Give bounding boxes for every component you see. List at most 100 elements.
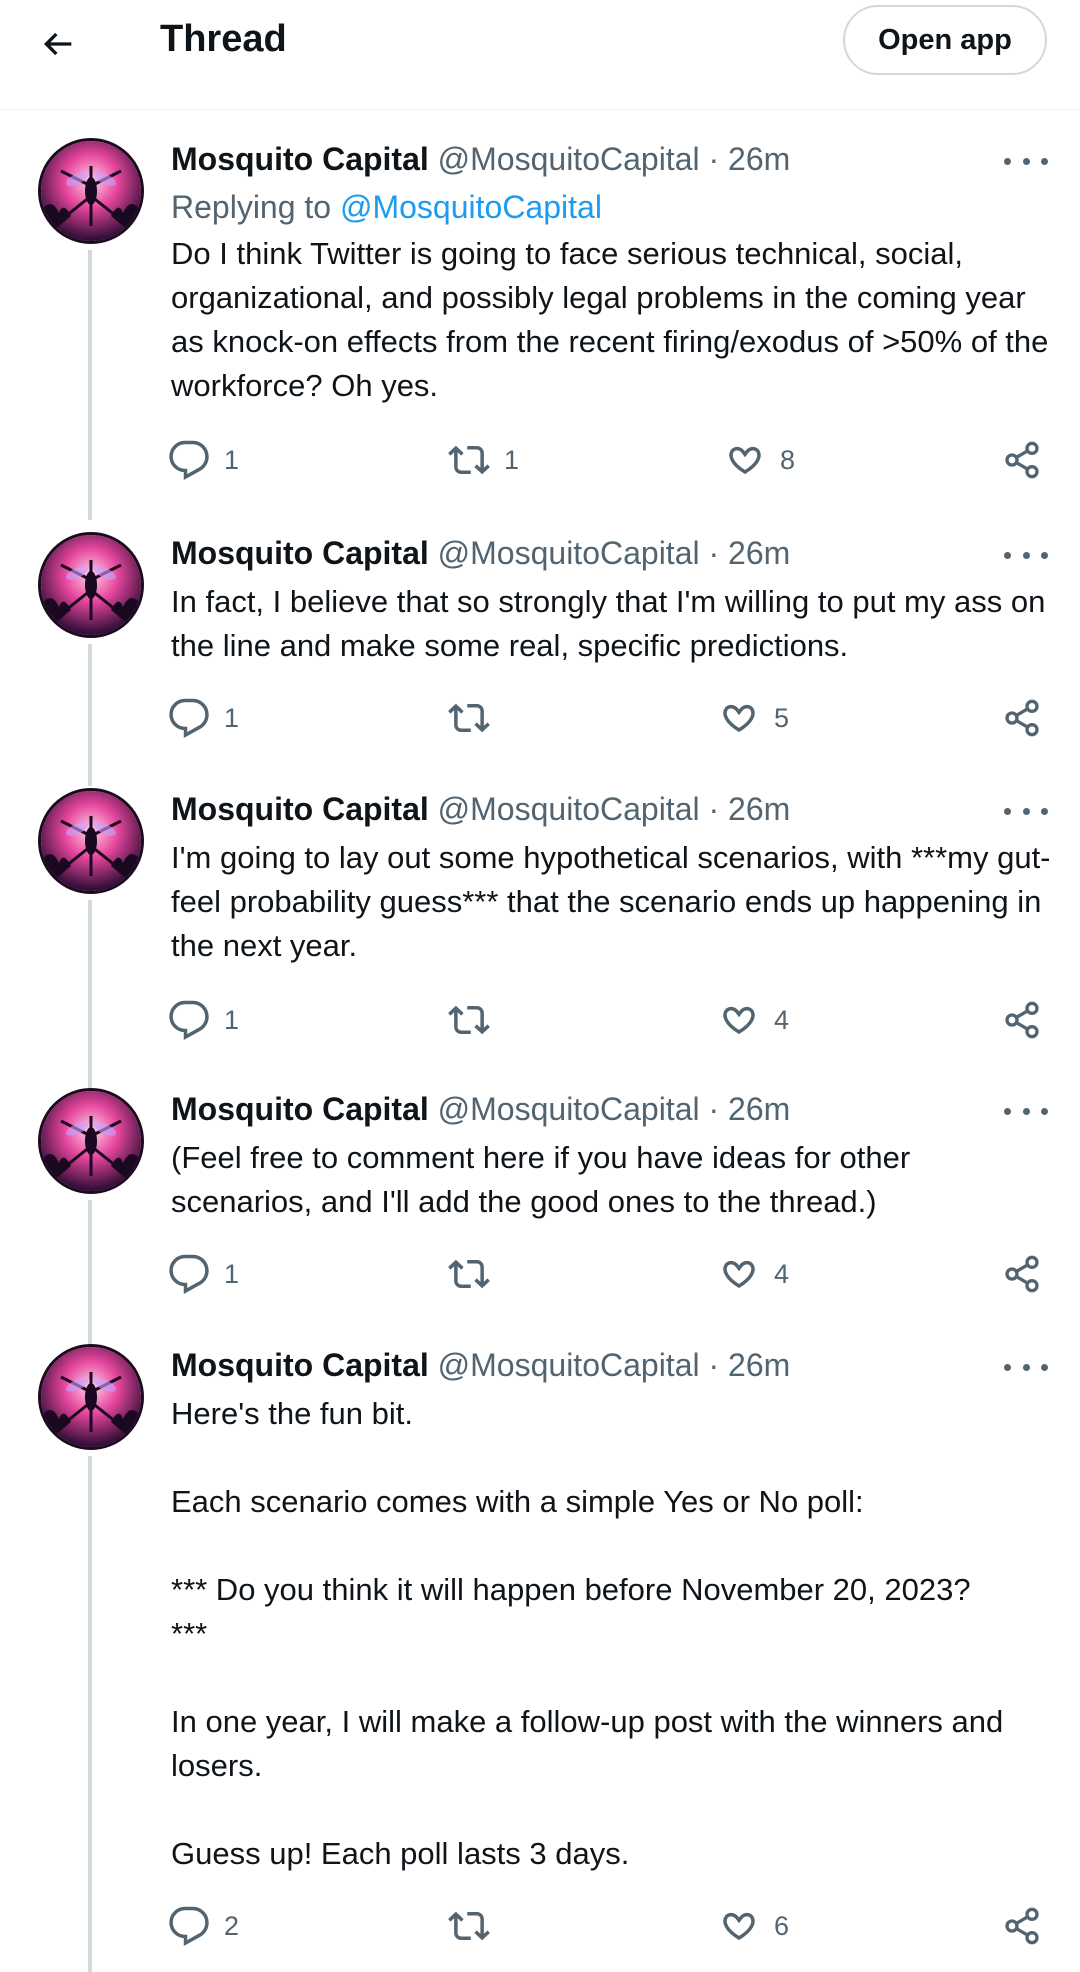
tweet[interactable]: Mosquito Capital @MosquitoCapital · 26m … bbox=[0, 138, 1080, 520]
open-app-button[interactable]: Open app bbox=[843, 5, 1047, 75]
tweet[interactable]: Mosquito Capital @MosquitoCapital · 26m … bbox=[0, 1344, 1080, 1972]
timestamp[interactable]: · 26m bbox=[708, 141, 790, 177]
reply-button[interactable]: 1 bbox=[168, 998, 239, 1042]
tweet-text: In fact, I believe that so strongly that… bbox=[171, 584, 1054, 663]
reply-button[interactable]: 1 bbox=[168, 696, 239, 740]
more-button[interactable] bbox=[1004, 1356, 1048, 1378]
author-name[interactable]: Mosquito Capital bbox=[171, 1091, 429, 1127]
retweet-icon bbox=[448, 1911, 490, 1941]
heart-icon bbox=[729, 446, 761, 475]
share-button[interactable] bbox=[1002, 438, 1042, 482]
retweet-button[interactable] bbox=[448, 696, 504, 740]
share-button[interactable] bbox=[1002, 696, 1042, 740]
like-button[interactable]: 4 bbox=[718, 998, 789, 1042]
share-button[interactable] bbox=[1002, 1904, 1042, 1948]
author-handle[interactable]: @MosquitoCapital bbox=[438, 1091, 700, 1127]
more-button[interactable] bbox=[1004, 800, 1048, 822]
tweet[interactable]: Mosquito Capital @MosquitoCapital · 26m … bbox=[0, 788, 1080, 1092]
thread-line bbox=[88, 1456, 92, 1972]
author-handle[interactable]: @MosquitoCapital bbox=[438, 791, 700, 827]
retweet-icon bbox=[448, 445, 490, 475]
like-count: 5 bbox=[774, 702, 790, 733]
avatar[interactable] bbox=[38, 788, 144, 894]
more-dots-icon bbox=[1004, 157, 1011, 165]
back-button[interactable] bbox=[30, 16, 86, 72]
reply-count: 1 bbox=[224, 1258, 240, 1289]
avatar[interactable] bbox=[38, 1344, 144, 1450]
author-handle[interactable]: @MosquitoCapital bbox=[438, 1347, 700, 1383]
like-count: 6 bbox=[774, 1910, 790, 1941]
retweet-count: 1 bbox=[504, 444, 520, 475]
retweet-button[interactable] bbox=[448, 1904, 504, 1948]
reply-count: 1 bbox=[224, 702, 240, 733]
retweet-button[interactable]: 1 bbox=[448, 438, 519, 482]
author-handle[interactable]: @MosquitoCapital bbox=[438, 141, 700, 177]
avatar[interactable] bbox=[38, 1088, 144, 1194]
retweet-icon bbox=[448, 1005, 490, 1035]
reply-count: 1 bbox=[224, 444, 240, 475]
more-button[interactable] bbox=[1004, 1100, 1048, 1122]
author-name[interactable]: Mosquito Capital bbox=[171, 1347, 429, 1383]
arrow-left-icon bbox=[43, 32, 72, 56]
replying-to: Replying to @MosquitoCapital bbox=[171, 186, 602, 228]
like-button[interactable]: 6 bbox=[718, 1904, 789, 1948]
more-button[interactable] bbox=[1004, 150, 1048, 172]
heart-icon bbox=[723, 1912, 755, 1941]
reply-count: 1 bbox=[224, 1004, 240, 1035]
tweet-actions: 1 1 8 bbox=[0, 438, 1080, 482]
tweet[interactable]: Mosquito Capital @MosquitoCapital · 26m … bbox=[0, 532, 1080, 786]
page-title: Thread bbox=[160, 18, 287, 60]
reply-bubble-icon bbox=[169, 698, 209, 738]
avatar[interactable] bbox=[38, 532, 144, 638]
tweet-text: (Feel free to comment here if you have i… bbox=[171, 1140, 919, 1219]
more-dots-icon bbox=[1004, 1363, 1011, 1371]
like-count: 4 bbox=[774, 1004, 790, 1035]
timestamp[interactable]: · 26m bbox=[708, 535, 790, 571]
heart-icon bbox=[723, 1006, 755, 1035]
share-icon bbox=[1005, 1907, 1039, 1945]
timestamp[interactable]: · 26m bbox=[708, 1347, 790, 1383]
tweet[interactable]: Mosquito Capital @MosquitoCapital · 26m … bbox=[0, 1088, 1080, 1346]
tweet-text: I'm going to lay out some hypothetical s… bbox=[171, 840, 1051, 963]
share-button[interactable] bbox=[1002, 1252, 1042, 1296]
reply-count: 2 bbox=[224, 1910, 240, 1941]
like-count: 4 bbox=[774, 1258, 790, 1289]
avatar[interactable] bbox=[38, 138, 144, 244]
tweet-text: Do I think Twitter is going to face seri… bbox=[171, 236, 1058, 403]
reply-bubble-icon bbox=[169, 1906, 209, 1946]
like-button[interactable]: 4 bbox=[718, 1252, 789, 1296]
author-name[interactable]: Mosquito Capital bbox=[171, 141, 429, 177]
retweet-button[interactable] bbox=[448, 1252, 504, 1296]
reply-bubble-icon bbox=[169, 1254, 209, 1294]
like-button[interactable]: 5 bbox=[718, 696, 789, 740]
reply-button[interactable]: 1 bbox=[168, 438, 239, 482]
reply-bubble-icon bbox=[169, 1000, 209, 1040]
timestamp[interactable]: · 26m bbox=[708, 1091, 790, 1127]
share-icon bbox=[1005, 1255, 1039, 1293]
more-dots-icon bbox=[1004, 1107, 1011, 1115]
more-dots-icon bbox=[1004, 807, 1011, 815]
author-handle[interactable]: @MosquitoCapital bbox=[438, 535, 700, 571]
tweet-meta: Mosquito Capital @MosquitoCapital · 26m bbox=[171, 788, 790, 830]
retweet-icon bbox=[448, 1259, 490, 1289]
tweet-meta: Mosquito Capital @MosquitoCapital · 26m bbox=[171, 138, 790, 180]
reply-button[interactable]: 2 bbox=[168, 1904, 239, 1948]
timestamp[interactable]: · 26m bbox=[708, 791, 790, 827]
top-bar: Thread Open app bbox=[0, 0, 1080, 110]
thread-line bbox=[88, 900, 92, 1092]
like-button[interactable]: 8 bbox=[724, 438, 795, 482]
retweet-icon bbox=[448, 703, 490, 733]
retweet-button[interactable] bbox=[448, 998, 504, 1042]
author-name[interactable]: Mosquito Capital bbox=[171, 535, 429, 571]
share-button[interactable] bbox=[1002, 998, 1042, 1042]
author-name[interactable]: Mosquito Capital bbox=[171, 791, 429, 827]
replying-to-link[interactable]: @MosquitoCapital bbox=[340, 189, 602, 225]
tweet-actions: 2 6 bbox=[0, 1904, 1080, 1948]
share-icon bbox=[1005, 699, 1039, 737]
replying-prefix: Replying to bbox=[171, 189, 340, 225]
heart-icon bbox=[723, 704, 755, 733]
tweet-actions: 1 4 bbox=[0, 1252, 1080, 1296]
tweet-meta: Mosquito Capital @MosquitoCapital · 26m bbox=[171, 1344, 790, 1386]
more-button[interactable] bbox=[1004, 544, 1048, 566]
reply-button[interactable]: 1 bbox=[168, 1252, 239, 1296]
